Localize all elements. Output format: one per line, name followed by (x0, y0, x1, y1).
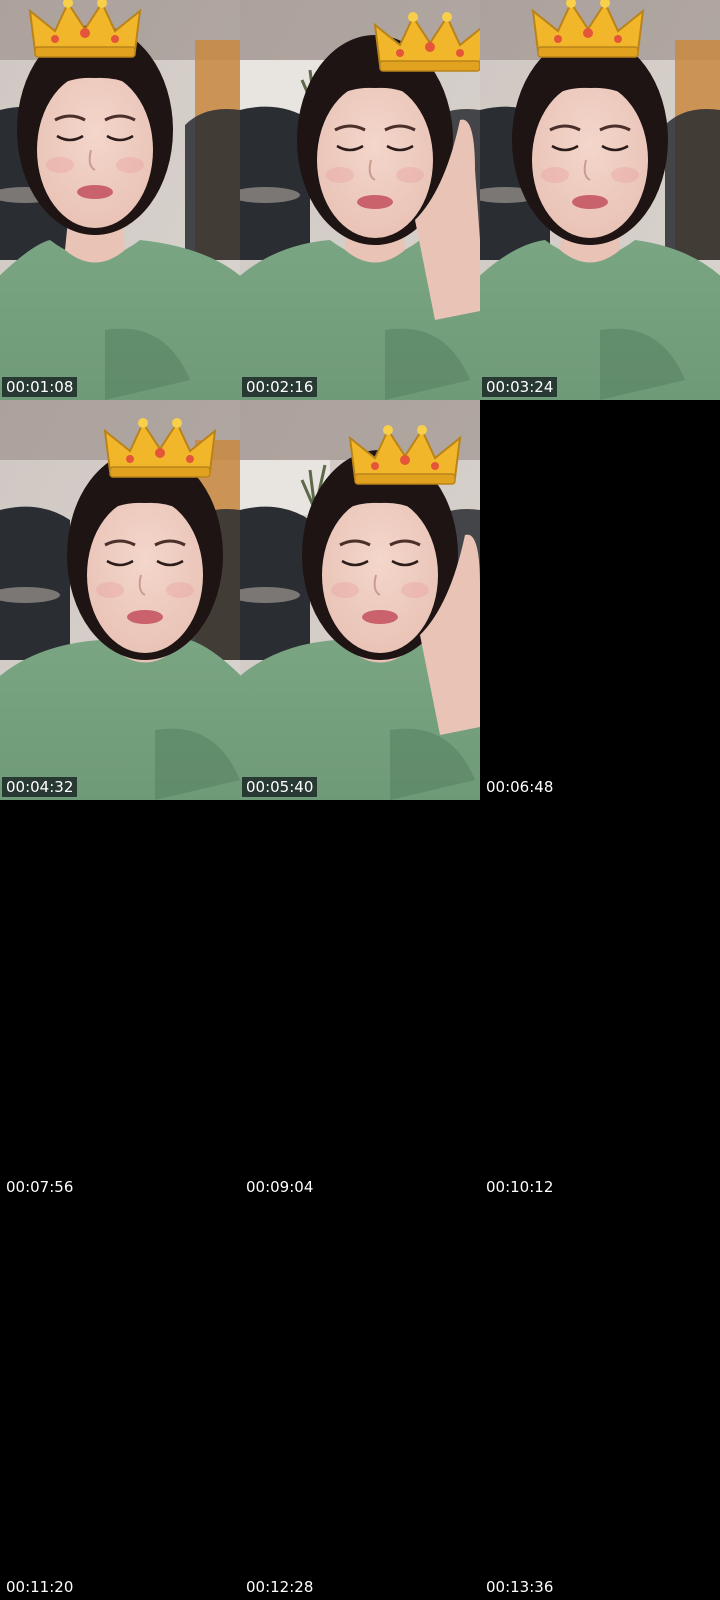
frame-timestamp: 00:02:16 (242, 377, 318, 397)
frame-timestamp: 00:01:08 (2, 377, 78, 397)
video-frame-image (480, 0, 720, 400)
frame-timestamp: 00:10:12 (486, 1178, 554, 1196)
frame-timestamp: 00:03:24 (482, 377, 558, 397)
frame-timestamp: 00:05:40 (242, 777, 318, 797)
frame-cell[interactable]: 00:05:40 (240, 400, 480, 800)
frame-timestamp: 00:09:04 (246, 1178, 314, 1196)
frame-cell-empty: 00:13:36 (480, 1200, 720, 1600)
frame-timestamp: 00:11:20 (6, 1578, 74, 1596)
frame-timestamp: 00:13:36 (486, 1578, 554, 1596)
frame-timestamp: 00:06:48 (486, 778, 554, 796)
frame-timestamp: 00:12:28 (246, 1578, 314, 1596)
video-frame-image (240, 0, 480, 400)
frame-cell[interactable]: 00:02:16 (240, 0, 480, 400)
video-frame-image (240, 400, 480, 800)
video-frame-image (0, 0, 240, 400)
frame-timestamp: 00:07:56 (6, 1178, 74, 1196)
frame-cell[interactable]: 00:04:32 (0, 400, 240, 800)
frame-cell-empty: 00:10:12 (480, 800, 720, 1200)
frame-cell-empty: 00:12:28 (240, 1200, 480, 1600)
frame-cell-empty: 00:07:56 (0, 800, 240, 1200)
frame-cell-empty: 00:06:48 (480, 400, 720, 800)
video-frame-image (0, 400, 240, 800)
frame-timestamp: 00:04:32 (2, 777, 78, 797)
frame-cell[interactable]: 00:03:24 (480, 0, 720, 400)
frame-cell[interactable]: 00:01:08 (0, 0, 240, 400)
frame-cell-empty: 00:09:04 (240, 800, 480, 1200)
contact-sheet: 00:01:08 00:02:16 00:03:24 00:04:32 00:0… (0, 0, 720, 1600)
frame-cell-empty: 00:11:20 (0, 1200, 240, 1600)
